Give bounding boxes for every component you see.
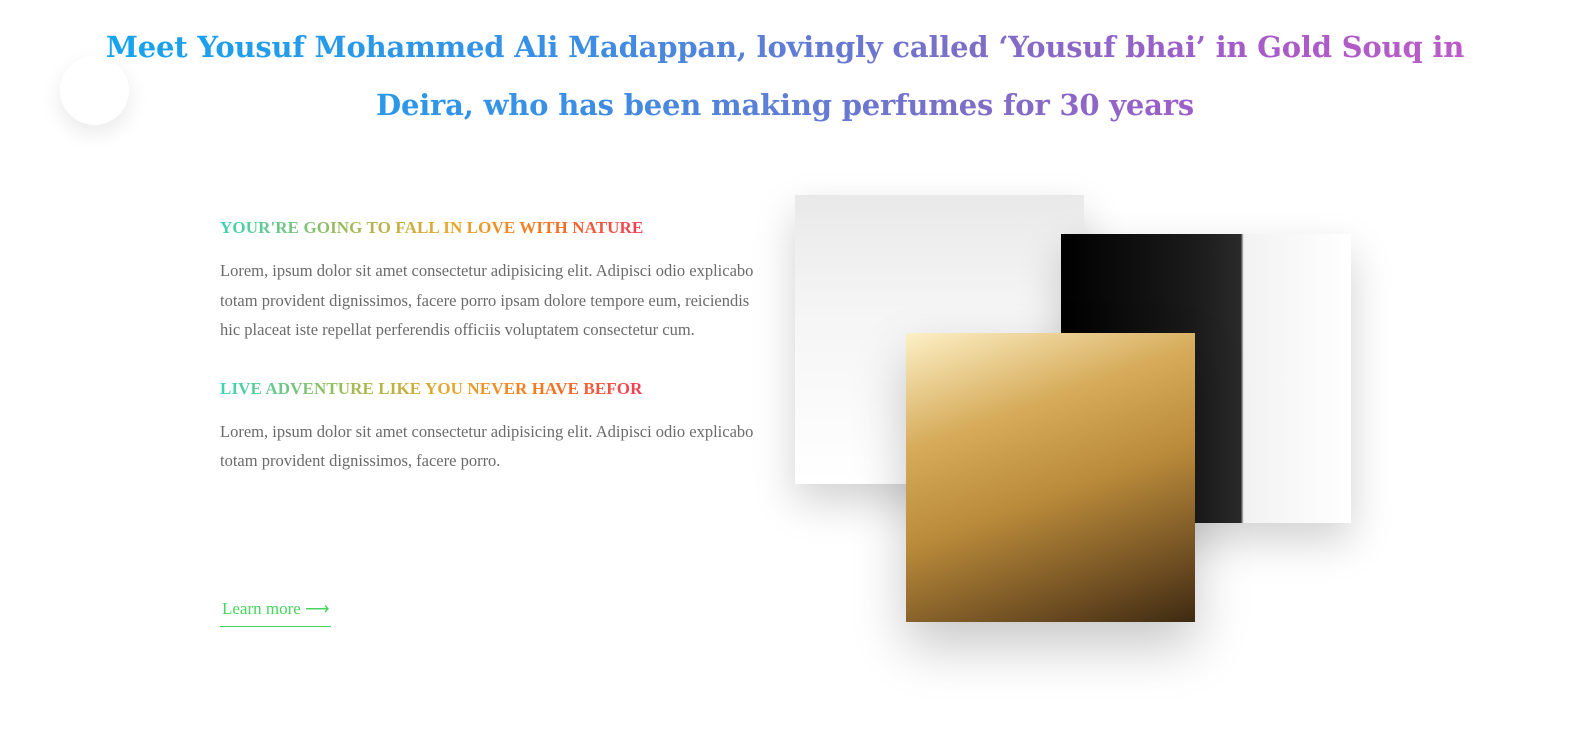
hero-headline: Meet Yousuf Mohammed Ali Madappan, lovin… (60, 18, 1510, 134)
feature-title: YOUR'RE GOING TO FALL IN LOVE WITH NATUR… (220, 214, 643, 242)
gold-perfume-image (906, 333, 1195, 622)
feature-text: Lorem, ipsum dolor sit amet consectetur … (220, 261, 754, 340)
learn-more-link[interactable]: Learn more ⟶ (220, 596, 332, 627)
feature-title: LIVE ADVENTURE LIKE YOU NEVER HAVE BEFOR (220, 375, 642, 403)
feature-text: Lorem, ipsum dolor sit amet consectetur … (220, 421, 754, 471)
page: Meet Yousuf Mohammed Ali Madappan, lovin… (0, 0, 1581, 746)
features-column: YOUR'RE GOING TO FALL IN LOVE WITH NATUR… (220, 214, 760, 476)
feature-block: LIVE ADVENTURE LIKE YOU NEVER HAVE BEFOR… (220, 375, 760, 476)
feature-block: YOUR'RE GOING TO FALL IN LOVE WITH NATUR… (220, 214, 760, 345)
